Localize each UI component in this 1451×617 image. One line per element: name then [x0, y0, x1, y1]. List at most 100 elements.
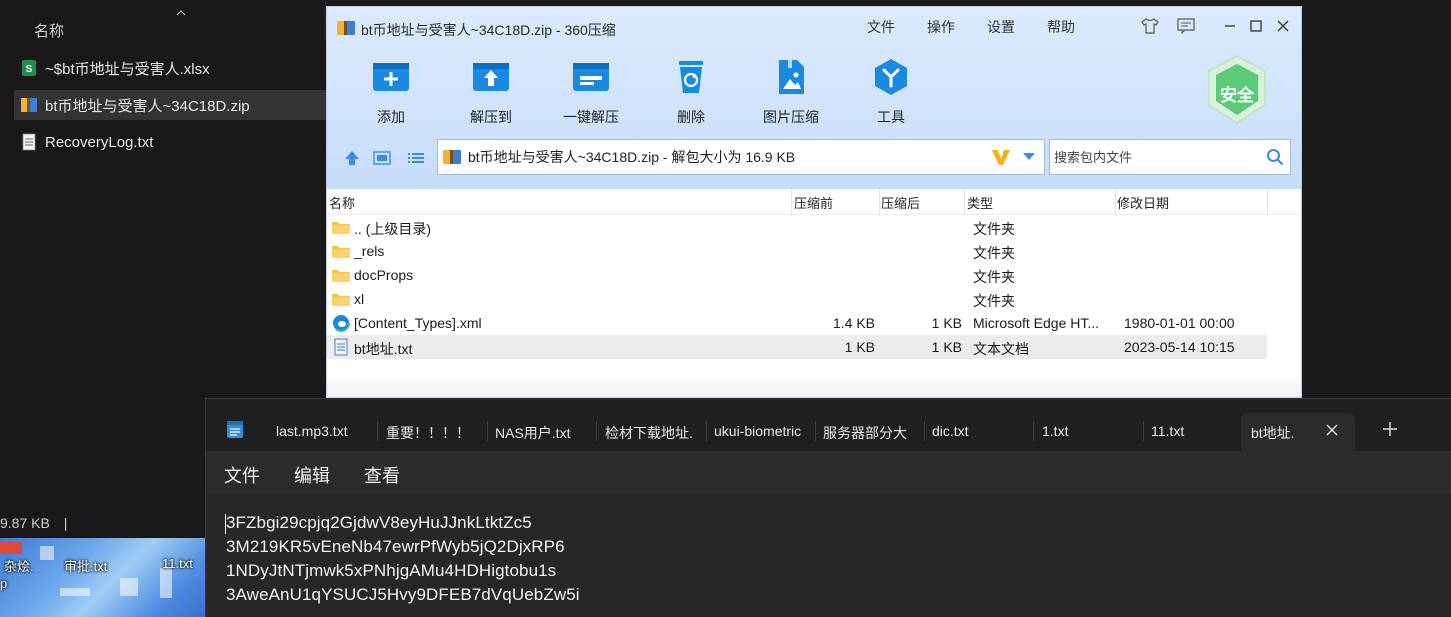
- desktop-icon-label[interactable]: 11.txt: [162, 556, 193, 571]
- file-row[interactable]: _rels 文件夹: [327, 239, 1267, 263]
- col-separator: [964, 189, 965, 215]
- image-compress-button[interactable]: 图片压缩: [751, 55, 831, 127]
- feedback-icon[interactable]: [1175, 15, 1197, 37]
- menu-file[interactable]: 文件: [867, 17, 895, 37]
- explorer-file-name: RecoveryLog.txt: [45, 133, 154, 151]
- one-click-extract-icon: [569, 55, 613, 99]
- recycle-icon: [669, 55, 713, 99]
- zip-app-icon: [336, 18, 356, 43]
- close-tab-icon[interactable]: [1325, 423, 1339, 437]
- text-file-icon: [20, 133, 38, 151]
- tab[interactable]: dic.txt: [932, 413, 1034, 451]
- search-input[interactable]: [1050, 142, 1260, 172]
- explorer-file-item[interactable]: S ~$bt币地址与受害人.xlsx: [14, 53, 326, 83]
- thumbnail-view-icon[interactable]: [371, 148, 393, 168]
- tab-label: last.mp3.txt: [276, 423, 348, 439]
- chevron-down-icon[interactable]: [1014, 146, 1044, 168]
- folder-icon: [331, 290, 351, 308]
- sort-caret-icon: [176, 10, 186, 16]
- col-separator: [1115, 189, 1116, 215]
- file-size: 1.4 KB: [832, 315, 875, 331]
- tab[interactable]: ukui-biometric: [714, 413, 816, 451]
- tab[interactable]: last.mp3.txt: [276, 413, 378, 451]
- explorer-file-item[interactable]: RecoveryLog.txt: [14, 127, 326, 157]
- tab[interactable]: 服务器部分大: [823, 413, 925, 451]
- v-logo-icon[interactable]: [988, 146, 1014, 168]
- menu-help[interactable]: 帮助: [1047, 17, 1075, 37]
- tools-button[interactable]: 工具: [851, 55, 931, 127]
- tab[interactable]: NAS用户.txt: [495, 413, 597, 451]
- file-list-empty-area: [327, 369, 1301, 397]
- text-editor[interactable]: 3FZbgi29cpjq2GjdwV8eyHuJJnkLtktZc5 3M219…: [206, 493, 1451, 617]
- explorer-status-bar: 9.87 KB |: [0, 515, 67, 531]
- col-name[interactable]: 名称: [329, 193, 355, 212]
- tab-label: 1.txt: [1042, 423, 1069, 439]
- menu-file[interactable]: 文件: [224, 462, 260, 488]
- up-arrow-icon[interactable]: [341, 148, 363, 168]
- tab[interactable]: 重要！！！！: [386, 413, 488, 451]
- extract-to-button[interactable]: 解压到: [451, 55, 531, 127]
- list-view-icon[interactable]: [405, 148, 427, 168]
- address-text: bt币地址与受害人~34C18D.zip - 解包大小为 16.9 KB: [468, 149, 796, 165]
- tab[interactable]: 11.txt: [1151, 413, 1251, 451]
- delete-button[interactable]: 删除: [651, 55, 731, 127]
- tab-active[interactable]: bt地址.: [1241, 413, 1355, 451]
- file-type: 文件夹: [973, 269, 1015, 285]
- tab[interactable]: 1.txt: [1042, 413, 1144, 451]
- desktop-icon-label[interactable]: 审批.txt: [64, 556, 107, 575]
- decor-tile: [120, 578, 138, 596]
- one-click-extract-label: 一键解压: [563, 109, 619, 125]
- maximize-icon[interactable]: [1245, 15, 1267, 37]
- add-button[interactable]: 添加: [351, 55, 431, 127]
- file-compressed-size: 1 KB: [931, 339, 962, 355]
- close-icon[interactable]: [1272, 15, 1294, 37]
- explorer-file-name: ~$bt币地址与受害人.xlsx: [45, 60, 210, 78]
- explorer-file-item[interactable]: bt币地址与受害人~34C18D.zip: [14, 90, 326, 120]
- col-compressed[interactable]: 压缩后: [881, 193, 920, 212]
- text-file-icon: [331, 338, 351, 356]
- tab-label: ukui-biometric: [714, 423, 802, 439]
- tab-separator: [924, 421, 925, 441]
- tab-separator: [706, 421, 707, 441]
- menu-settings[interactable]: 设置: [987, 17, 1015, 37]
- menu-operation[interactable]: 操作: [927, 17, 955, 37]
- col-separator: [879, 189, 880, 215]
- file-size: 1 KB: [844, 339, 875, 355]
- search-box[interactable]: [1049, 139, 1291, 175]
- new-tab-icon[interactable]: [1382, 421, 1398, 437]
- col-date[interactable]: 修改日期: [1117, 193, 1169, 212]
- file-type: 文件夹: [973, 221, 1015, 237]
- extract-icon: [469, 55, 513, 99]
- desktop-icon-label[interactable]: 杂烩.: [4, 556, 34, 575]
- search-icon[interactable]: [1260, 142, 1290, 172]
- minimize-icon[interactable]: [1219, 15, 1241, 37]
- menu-view[interactable]: 查看: [364, 462, 400, 488]
- file-row[interactable]: bt地址.txt 1 KB 1 KB 文本文档 2023-05-14 10:15: [327, 335, 1267, 359]
- tab-separator: [1033, 421, 1034, 441]
- menu-edit[interactable]: 编辑: [294, 462, 330, 488]
- col-type[interactable]: 类型: [967, 193, 993, 212]
- address-bar[interactable]: bt币地址与受害人~34C18D.zip - 解包大小为 16.9 KB: [437, 139, 1045, 175]
- notepad-menu-bar: 文件 编辑 查看: [206, 451, 1451, 493]
- image-compress-label: 图片压缩: [763, 109, 819, 125]
- tab-separator: [377, 421, 378, 441]
- skin-icon[interactable]: [1139, 15, 1161, 37]
- name-column-header[interactable]: 名称: [34, 20, 64, 41]
- add-icon: [369, 55, 413, 99]
- file-row[interactable]: xl 文件夹: [327, 287, 1267, 311]
- file-row[interactable]: [Content_Types].xml 1.4 KB 1 KB Microsoft E…: [327, 311, 1267, 335]
- file-row[interactable]: .. (上级目录) 文件夹: [327, 215, 1267, 239]
- one-click-extract-button[interactable]: 一键解压: [551, 55, 631, 127]
- file-row[interactable]: docProps 文件夹: [327, 263, 1267, 287]
- security-badge[interactable]: 安全: [1205, 53, 1269, 127]
- tab[interactable]: 检材下载地址.: [605, 413, 707, 451]
- extract-to-label: 解压到: [470, 109, 512, 125]
- delete-label: 删除: [677, 109, 705, 125]
- text-line: 3M219KR5vEneNb47ewrPfWyb5jQ2DjxRP6: [226, 537, 565, 556]
- tab-label: bt地址.: [1251, 425, 1295, 441]
- notepad-app-icon: [226, 419, 244, 444]
- tab-label: 服务器部分大: [823, 425, 907, 441]
- file-name: xl: [354, 291, 365, 307]
- col-size[interactable]: 压缩前: [794, 193, 833, 212]
- col-separator: [791, 189, 792, 215]
